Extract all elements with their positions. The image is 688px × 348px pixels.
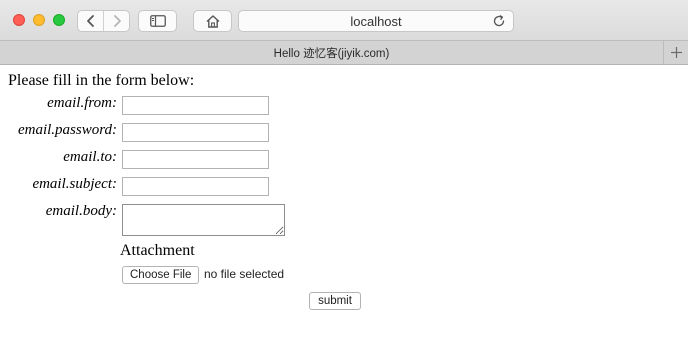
minimize-window-button[interactable]	[33, 14, 45, 26]
tab-title: Hello 迹忆客(jiyik.com)	[273, 47, 390, 60]
browser-toolbar: localhost	[0, 0, 688, 40]
tab-active[interactable]: Hello 迹忆客(jiyik.com)	[0, 41, 663, 64]
email-body-textarea[interactable]	[122, 204, 285, 236]
page-content: Please fill in the form below: email.fro…	[0, 66, 688, 348]
sidebar-icon	[149, 15, 166, 27]
sidebar-toggle-button[interactable]	[138, 10, 177, 32]
file-status-text: no file selected	[204, 267, 285, 281]
home-button[interactable]	[193, 10, 232, 32]
email-subject-label: email.subject:	[32, 176, 117, 192]
email-subject-input[interactable]	[122, 177, 269, 196]
email-body-label: email.body:	[45, 203, 117, 219]
new-tab-button[interactable]	[663, 41, 688, 64]
maximize-window-button[interactable]	[53, 14, 65, 26]
attachment-label: Attachment	[120, 242, 195, 259]
email-password-label: email.password:	[17, 122, 117, 138]
reload-icon[interactable]	[492, 14, 506, 28]
email-to-label: email.to:	[63, 149, 117, 165]
submit-button[interactable]: submit	[309, 292, 361, 310]
email-to-input[interactable]	[122, 150, 269, 169]
chevron-right-icon	[113, 15, 121, 27]
email-password-input[interactable]	[122, 123, 269, 142]
home-icon	[206, 14, 219, 28]
navigation-buttons	[77, 10, 130, 32]
email-from-input[interactable]	[122, 96, 269, 115]
choose-file-button[interactable]: Choose File	[122, 266, 200, 284]
back-button[interactable]	[78, 11, 104, 31]
close-window-button[interactable]	[13, 14, 25, 26]
chevron-left-icon	[86, 15, 94, 27]
tab-bar: Hello 迹忆客(jiyik.com)	[0, 40, 688, 65]
forward-button[interactable]	[104, 11, 129, 31]
plus-icon	[670, 47, 682, 58]
email-from-label: email.from:	[47, 95, 117, 111]
address-bar[interactable]: localhost	[238, 10, 514, 32]
address-text: localhost	[350, 13, 402, 29]
form-intro: Please fill in the form below:	[8, 72, 195, 89]
